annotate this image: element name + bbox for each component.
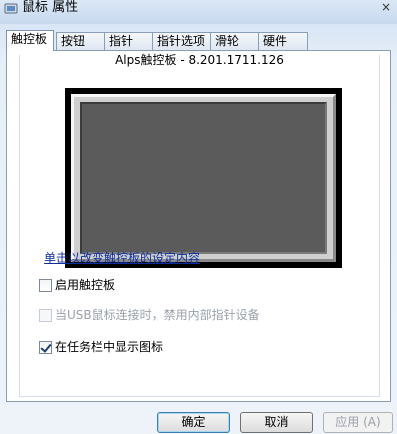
tab-hardware[interactable]: 硬件 (258, 32, 308, 50)
show-taskbar-icon-checkbox[interactable] (39, 340, 52, 354)
show-taskbar-icon-label: 在任务栏中显示图标 (55, 340, 164, 354)
tab-label: 指针选项 (157, 34, 206, 48)
disable-on-usb-mouse-checkbox (39, 308, 52, 322)
touchpad-illustration (65, 88, 342, 268)
tab-strip: 触控板 按钮 指针 指针选项 滑轮 硬件 (0, 30, 397, 51)
tab-pointer-options[interactable]: 指针选项 (152, 32, 211, 50)
cancel-button[interactable]: 取消 (240, 412, 313, 433)
tab-wheel[interactable]: 滑轮 (210, 32, 260, 50)
tab-label: 硬件 (263, 34, 288, 48)
title-bar[interactable]: 鼠标 属性 × (0, 0, 397, 24)
show-taskbar-icon-option[interactable]: 在任务栏中显示图标 (39, 339, 163, 355)
touchpad-surface (80, 102, 327, 254)
window-title: 鼠标 属性 (22, 0, 79, 15)
tab-label: 滑轮 (215, 34, 240, 48)
enable-touchpad-option[interactable]: 启用触控板 (39, 277, 115, 293)
close-icon[interactable]: × (381, 0, 391, 14)
enable-touchpad-label: 启用触控板 (55, 278, 116, 292)
mouse-properties-dialog: 鼠标 属性 × 触控板 按钮 指针 指针选项 滑轮 硬件 Alps触控板 - 8… (0, 0, 397, 434)
touchpad-panel: Alps触控板 - 8.201.1711.126 单击以改变触控板的设定内容 启… (6, 50, 391, 402)
apply-button: 应用 (A) (323, 412, 393, 433)
disable-on-usb-mouse-label: 当USB鼠标连接时，禁用内部指针设备 (55, 308, 260, 322)
tab-label: 按钮 (61, 34, 86, 48)
driver-version: Alps触控板 - 8.201.1711.126 (115, 53, 284, 67)
touchpad-bezel (71, 94, 336, 262)
tab-label: 指针 (109, 34, 134, 48)
tab-touchpad[interactable]: 触控板 (6, 30, 54, 51)
tab-buttons[interactable]: 按钮 (56, 32, 106, 50)
change-touchpad-settings-link[interactable]: 单击以改变触控板的设定内容 (44, 251, 200, 265)
tab-pointers[interactable]: 指针 (104, 32, 154, 50)
enable-touchpad-checkbox[interactable] (39, 278, 52, 292)
mouse-icon (4, 3, 18, 14)
tab-label: 触控板 (11, 32, 48, 46)
disable-on-usb-mouse-option: 当USB鼠标连接时，禁用内部指针设备 (39, 307, 260, 323)
ok-button[interactable]: 确定 (157, 412, 230, 433)
